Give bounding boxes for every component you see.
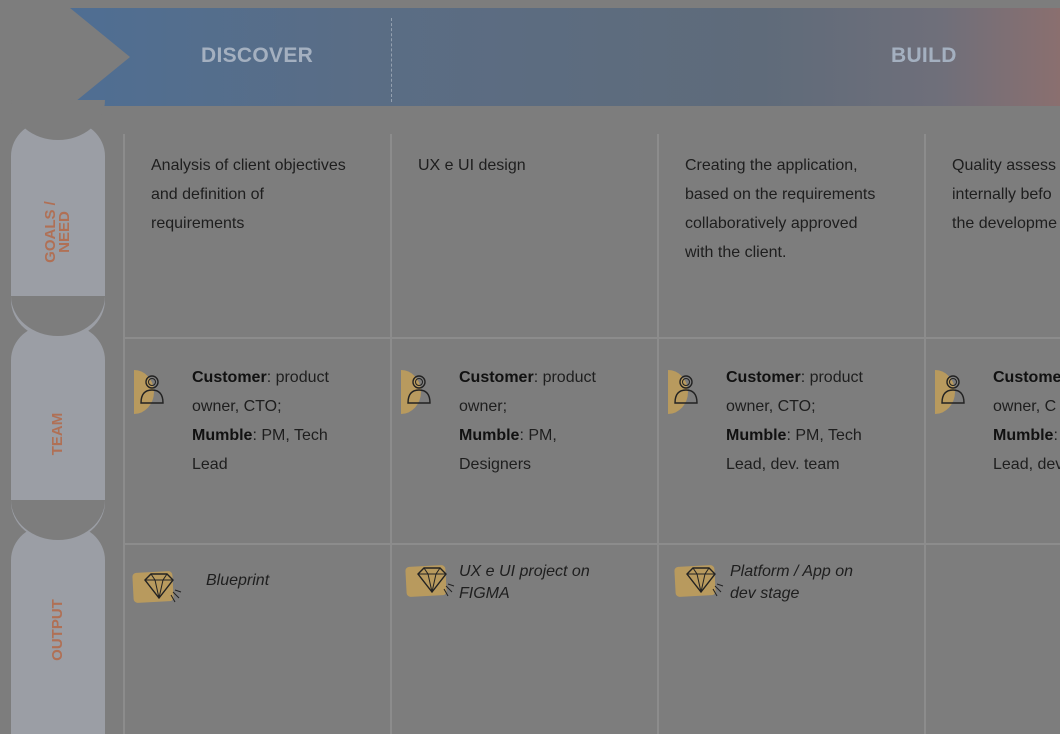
phase-discover: DISCOVER (201, 44, 314, 67)
person-icon (668, 370, 698, 414)
grid-line (124, 543, 1060, 545)
output-cell-2: UX e UI project on FIGMA (459, 563, 590, 602)
row-label-goals: GOALS / NEED (42, 201, 73, 263)
row-label-team: TEAM (49, 412, 66, 456)
phase-divider (391, 18, 392, 102)
grid-line (124, 337, 1060, 339)
grid-line (123, 134, 125, 734)
goals-cell-2: UX e UI design (418, 157, 526, 174)
person-icon (134, 370, 164, 414)
team-cell-1: Customer: product owner, CTO; Mumble: PM… (192, 369, 329, 473)
goals-cell-4: Quality assess internally befo the develop… (952, 157, 1057, 232)
tab-notch (11, 296, 105, 336)
team-cell-3: Customer: product owner, CTO; Mumble: PM… (726, 369, 863, 473)
diamond-icon (674, 565, 724, 597)
output-cell-3: Platform / App on dev stage (730, 563, 854, 602)
row-label-output: OUTPUT (49, 599, 66, 661)
grid-line (657, 134, 659, 734)
team-cell-4: Custome owner, C Mumble: Lead, dev (993, 369, 1060, 473)
team-cell-2: Customer: product owner; Mumble: PM, Des… (459, 369, 596, 473)
goals-cell-1: Analysis of client objectives and definit… (151, 157, 346, 232)
diamond-icon (405, 565, 455, 597)
output-cell-1: Blueprint (206, 572, 270, 589)
phase-build: BUILD (891, 44, 957, 67)
diamond-icon (132, 571, 182, 603)
goals-cell-3: Creating the application, based on the re… (685, 157, 876, 261)
grid-line (924, 134, 926, 734)
person-icon (935, 370, 965, 414)
person-icon (401, 370, 431, 414)
grid-line (390, 134, 392, 734)
